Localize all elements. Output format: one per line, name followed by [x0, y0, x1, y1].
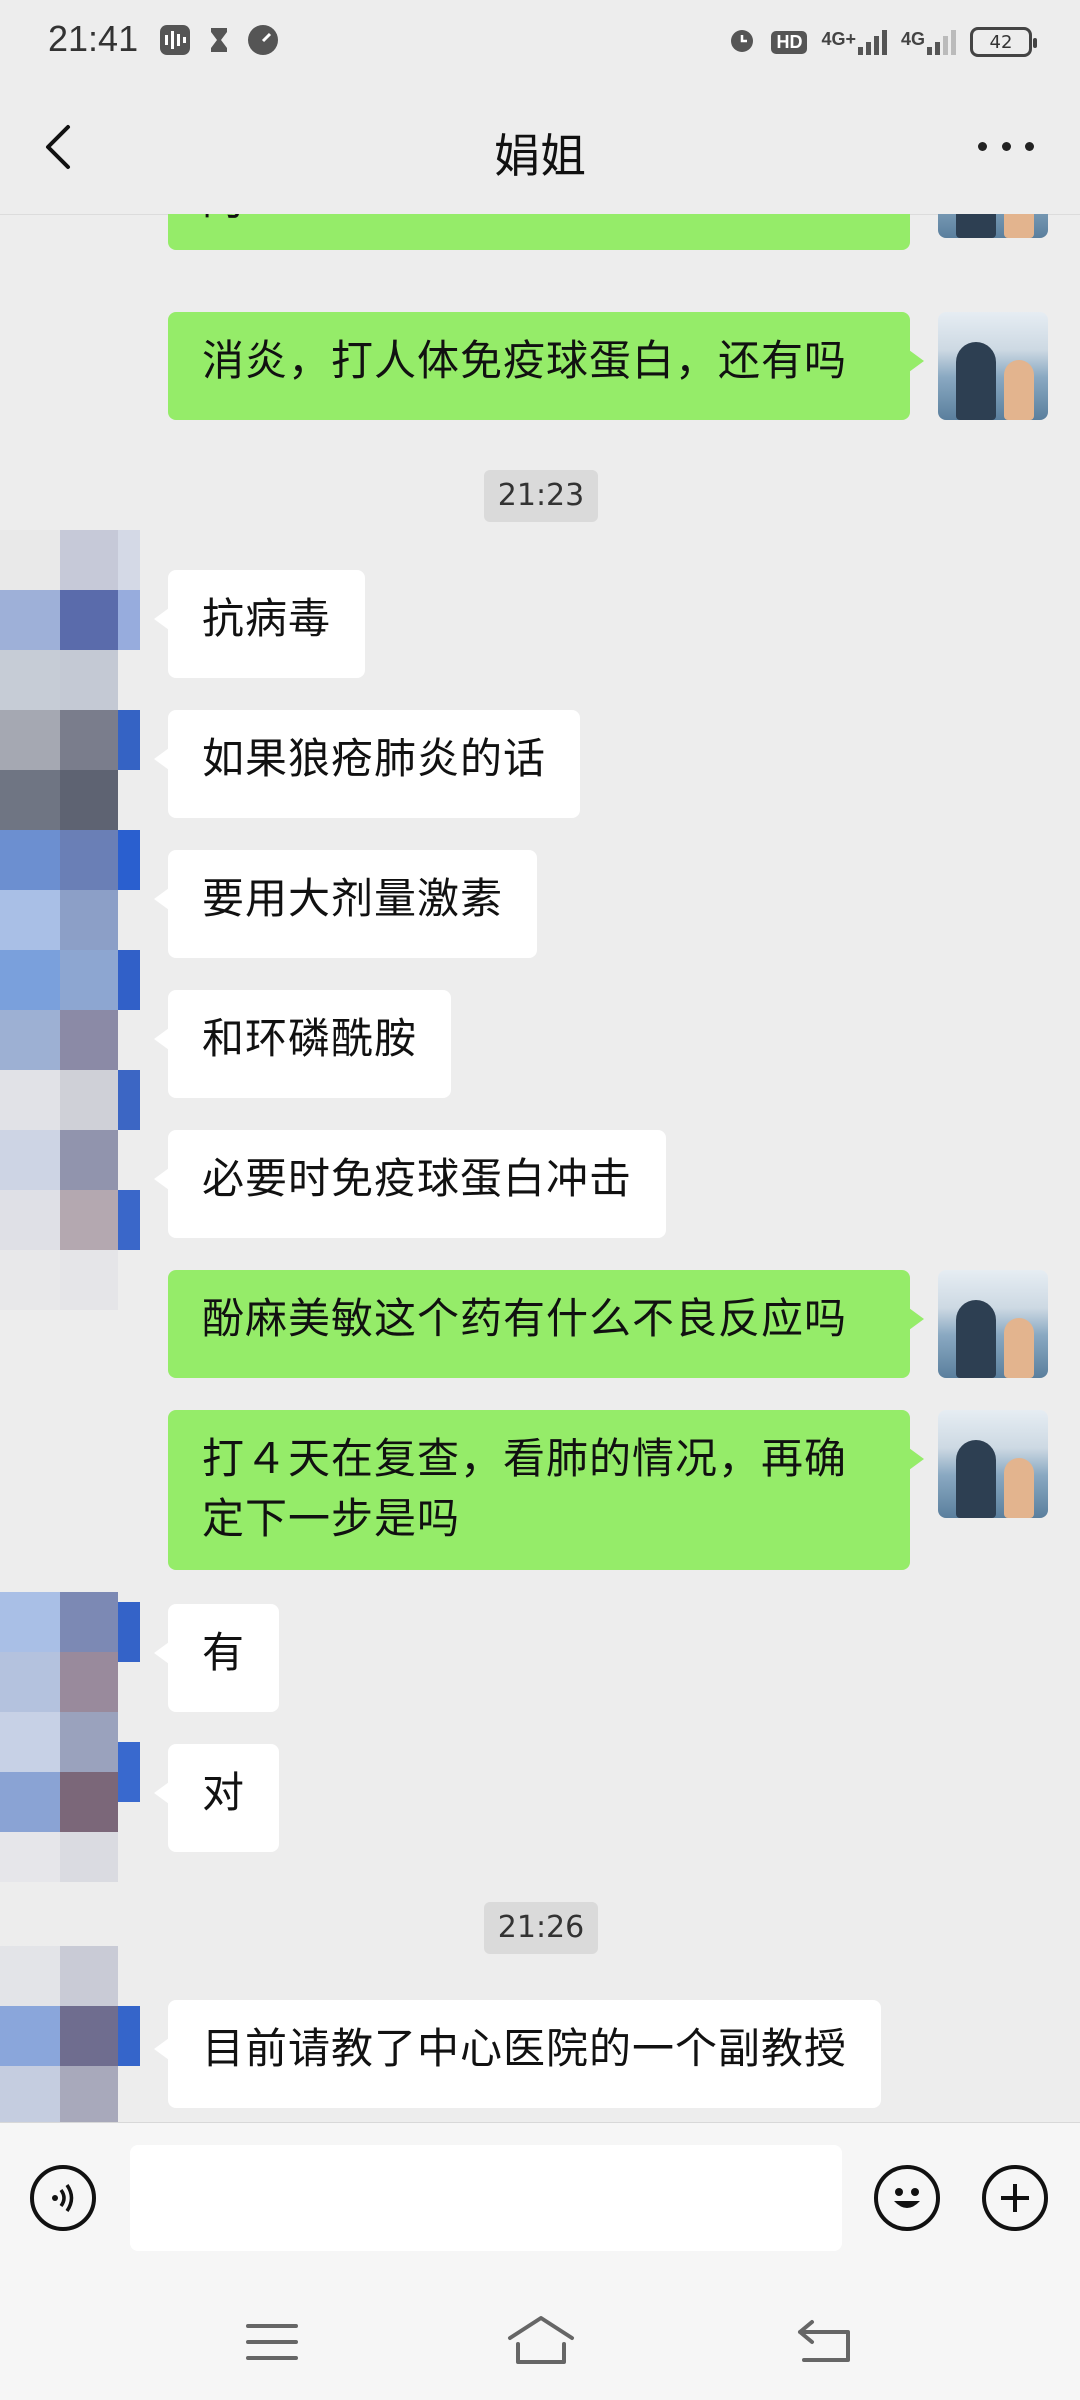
signal-4g-plus-icon: 4G+: [821, 29, 887, 55]
incoming-message-bubble[interactable]: 必要时免疫球蛋白冲击: [153, 1130, 667, 1238]
battery-level: 42: [989, 31, 1013, 53]
outgoing-message-bubble[interactable]: 打４天在复查，看肺的情况，再确定下一步是吗: [168, 1410, 924, 1570]
alarm-icon: [727, 25, 757, 59]
my-avatar[interactable]: [938, 312, 1048, 420]
message-text: 要用大剂量激素: [202, 874, 504, 923]
incoming-message-bubble[interactable]: 如果狼疮肺炎的话: [153, 710, 581, 818]
message-text: 抗病毒: [202, 594, 332, 643]
timestamp-divider: 21:23: [484, 470, 598, 522]
message-text: 目前请教了中心医院的一个副教授: [202, 2024, 848, 2073]
incoming-message-bubble[interactable]: 对: [153, 1744, 280, 1852]
voice-memo-icon: [160, 25, 190, 55]
back-nav-icon[interactable]: [794, 2316, 854, 2370]
timestamp-divider: 21:26: [484, 1902, 598, 1954]
plus-icon[interactable]: [982, 2165, 1048, 2231]
message-text: 消炎，打人体免疫球蛋白，还有吗: [202, 336, 848, 385]
message-text-input[interactable]: [130, 2145, 842, 2251]
incoming-message-bubble[interactable]: 目前请教了中心医院的一个副教授: [153, 2000, 882, 2108]
incoming-message-bubble[interactable]: 和环磷酰胺: [153, 990, 452, 1098]
outgoing-message-bubble[interactable]: 酚麻美敏这个药有什么不良反应吗: [168, 1270, 924, 1378]
message-text: 必要时免疫球蛋白冲击: [202, 1154, 633, 1203]
hd-icon: HD: [771, 30, 808, 54]
voice-input-icon[interactable]: [30, 2165, 96, 2231]
incoming-message-bubble[interactable]: 有: [153, 1604, 280, 1712]
outgoing-message-bubble[interactable]: 的: [168, 214, 910, 250]
message-text: 对: [202, 1768, 246, 1817]
status-bar: 21:41 HD 4G+ 4G 42: [0, 0, 1080, 82]
contact-avatar[interactable]: [0, 1946, 140, 2122]
status-time: 21:41: [48, 18, 139, 59]
menu-icon[interactable]: [244, 2320, 300, 2368]
emoji-icon[interactable]: [874, 2165, 940, 2231]
signal-4g-icon: 4G: [901, 29, 956, 55]
outgoing-message-bubble[interactable]: 消炎，打人体免疫球蛋白，还有吗: [168, 312, 924, 420]
message-text: 的: [202, 214, 245, 225]
my-avatar[interactable]: [938, 1270, 1048, 1378]
speedometer-icon: [248, 25, 278, 55]
message-input-bar: [0, 2122, 1080, 2281]
contact-avatar[interactable]: [0, 530, 140, 1450]
chat-message-list[interactable]: 的 消炎，打人体免疫球蛋白，还有吗 21:23: [0, 214, 1080, 2122]
system-navigation-bar: [0, 2280, 1080, 2400]
my-avatar[interactable]: [938, 214, 1048, 238]
battery-icon: 42: [970, 27, 1037, 57]
chat-header: 娟姐: [0, 82, 1080, 215]
more-options-icon[interactable]: [978, 142, 1034, 156]
message-text: 打４天在复查，看肺的情况，再确定下一步是吗: [202, 1434, 848, 1543]
message-text: 和环磷酰胺: [202, 1014, 418, 1063]
message-text: 有: [202, 1628, 246, 1677]
my-avatar[interactable]: [938, 1410, 1048, 1518]
message-text: 酚麻美敏这个药有什么不良反应吗: [202, 1294, 848, 1343]
home-icon[interactable]: [506, 2314, 576, 2370]
chat-title: 娟姐: [494, 129, 586, 183]
incoming-message-bubble[interactable]: 要用大剂量激素: [153, 850, 538, 958]
hourglass-icon: [204, 25, 234, 55]
incoming-message-bubble[interactable]: 抗病毒: [153, 570, 366, 678]
contact-avatar[interactable]: [0, 1592, 140, 1882]
message-text: 如果狼疮肺炎的话: [202, 734, 547, 783]
